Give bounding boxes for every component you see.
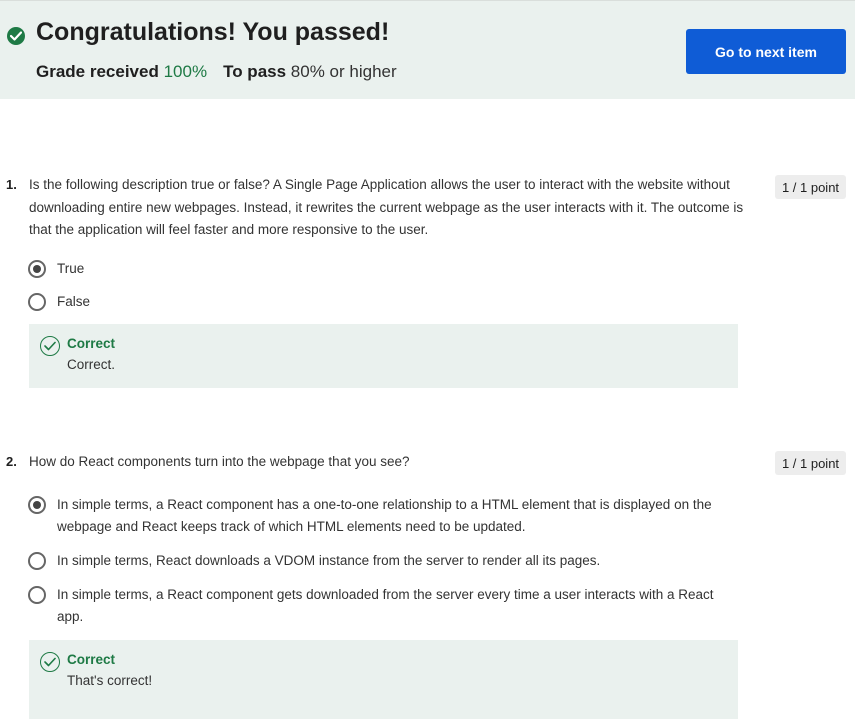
points-badge: 1 / 1 point	[775, 451, 846, 475]
answer-option[interactable]: True	[28, 259, 717, 280]
go-to-next-item-button[interactable]: Go to next item	[686, 29, 846, 74]
feedback-title: Correct	[67, 336, 116, 351]
feedback-box: Correct Correct.	[29, 324, 738, 388]
answer-option-label: True	[57, 261, 85, 276]
result-banner: Congratulations! You passed! Grade recei…	[0, 0, 855, 99]
answer-option-label: In simple terms, a React component has a…	[57, 497, 712, 534]
points-badge: 1 / 1 point	[775, 175, 846, 199]
result-title: Congratulations! You passed!	[36, 18, 390, 46]
feedback-text: Correct.	[67, 357, 116, 372]
feedback-title: Correct	[67, 652, 116, 667]
question-text: How do React components turn into the we…	[29, 454, 410, 469]
grade-received-value: 100%	[163, 62, 208, 81]
check-circle-icon	[7, 27, 25, 45]
answer-option[interactable]: False	[28, 292, 717, 313]
radio-button[interactable]	[28, 586, 46, 604]
feedback-text: That's correct!	[67, 673, 153, 688]
to-pass-value: 80% or higher	[290, 62, 397, 81]
check-circle-outline-icon	[40, 652, 60, 672]
grade-received-label: Grade received	[36, 62, 159, 81]
radio-button[interactable]	[28, 552, 46, 570]
radio-button[interactable]	[28, 496, 46, 514]
answer-option[interactable]: In simple terms, a React component has a…	[28, 495, 717, 538]
answer-option-label: In simple terms, a React component gets …	[57, 587, 714, 624]
answer-option-label: In simple terms, React downloads a VDOM …	[57, 553, 601, 568]
check-circle-outline-icon	[40, 336, 60, 356]
radio-button[interactable]	[28, 260, 46, 278]
question-number: 2.	[6, 454, 17, 469]
answer-option[interactable]: In simple terms, React downloads a VDOM …	[28, 551, 717, 572]
radio-button[interactable]	[28, 293, 46, 311]
answer-option-label: False	[57, 294, 91, 309]
feedback-box: Correct That's correct!	[29, 640, 738, 719]
answer-option[interactable]: In simple terms, a React component gets …	[28, 585, 717, 628]
grade-summary: Grade received 100% To pass 80% or higher	[36, 62, 397, 82]
to-pass-label: To pass	[223, 62, 287, 81]
question-text: Is the following description true or fal…	[29, 177, 744, 237]
question-number: 1.	[6, 177, 17, 192]
